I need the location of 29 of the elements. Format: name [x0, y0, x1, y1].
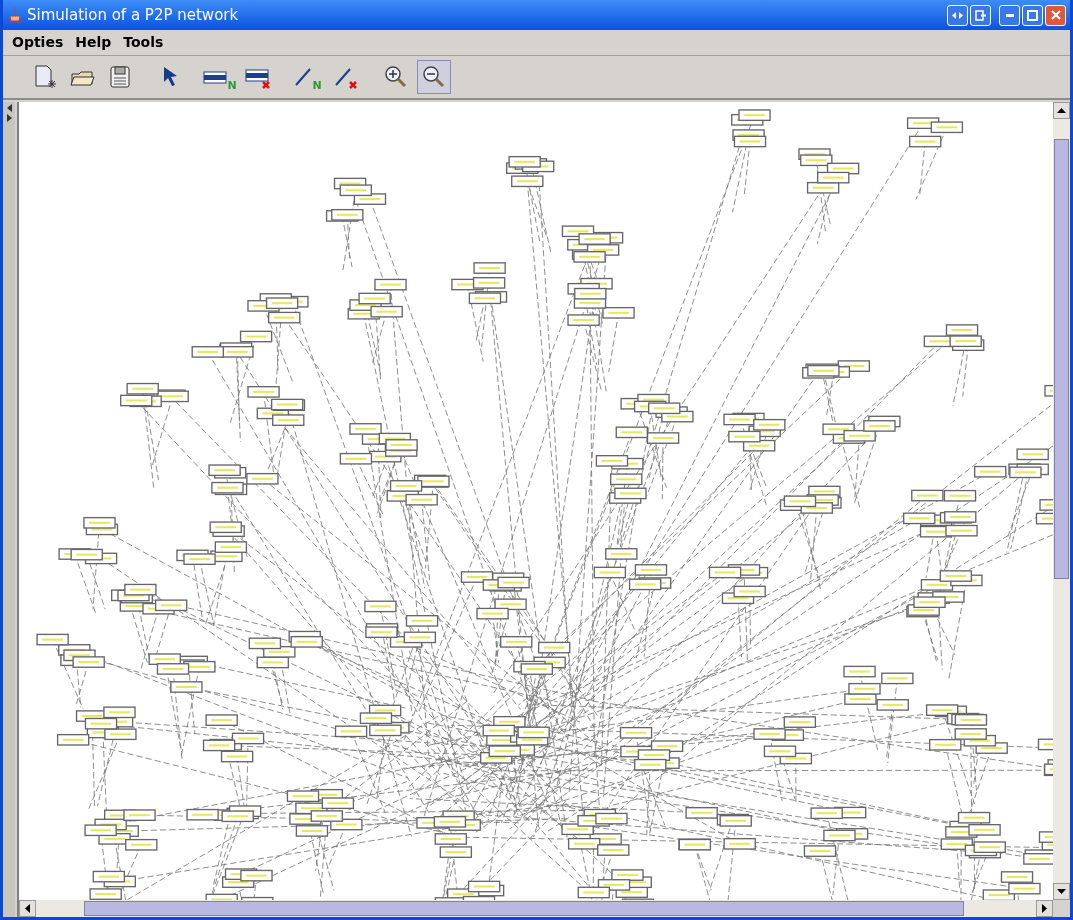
left-arrow-icon — [25, 904, 30, 913]
n-letter: N — [227, 80, 237, 91]
maximize-icon — [1027, 9, 1038, 21]
right-arrow-icon — [6, 114, 12, 122]
menu-item[interactable]: Opties — [7, 32, 69, 53]
toolbar-button[interactable] — [417, 60, 451, 94]
up-arrow-icon — [1057, 108, 1066, 113]
arrows-button[interactable] — [947, 4, 968, 26]
left-right-arrows-icon — [952, 10, 963, 20]
cup-icon — [7, 6, 23, 24]
down-arrow-icon — [1057, 889, 1066, 894]
left-arrow-icon — [6, 104, 12, 112]
right-arrow-icon — [1042, 904, 1047, 913]
scroll-thumb[interactable] — [84, 901, 964, 916]
minimize-icon — [1005, 13, 1014, 17]
scroll-thumb[interactable] — [1054, 139, 1069, 579]
add-node-icon — [203, 70, 228, 84]
minimize-button[interactable] — [999, 4, 1020, 26]
dock-button[interactable] — [970, 4, 991, 26]
vertical-scrollbar[interactable] — [1053, 102, 1070, 900]
menu-item[interactable]: Help — [70, 32, 117, 53]
window-title: Simulation of a P2P network — [27, 4, 239, 26]
close-icon — [1050, 10, 1061, 20]
add-link-icon — [294, 67, 313, 87]
close-button[interactable] — [1045, 4, 1066, 26]
horizontal-scrollbar[interactable] — [19, 900, 1053, 917]
maximize-button[interactable] — [1022, 4, 1043, 26]
menu-item[interactable]: Tools — [118, 32, 169, 53]
n-letter: N — [312, 80, 322, 91]
